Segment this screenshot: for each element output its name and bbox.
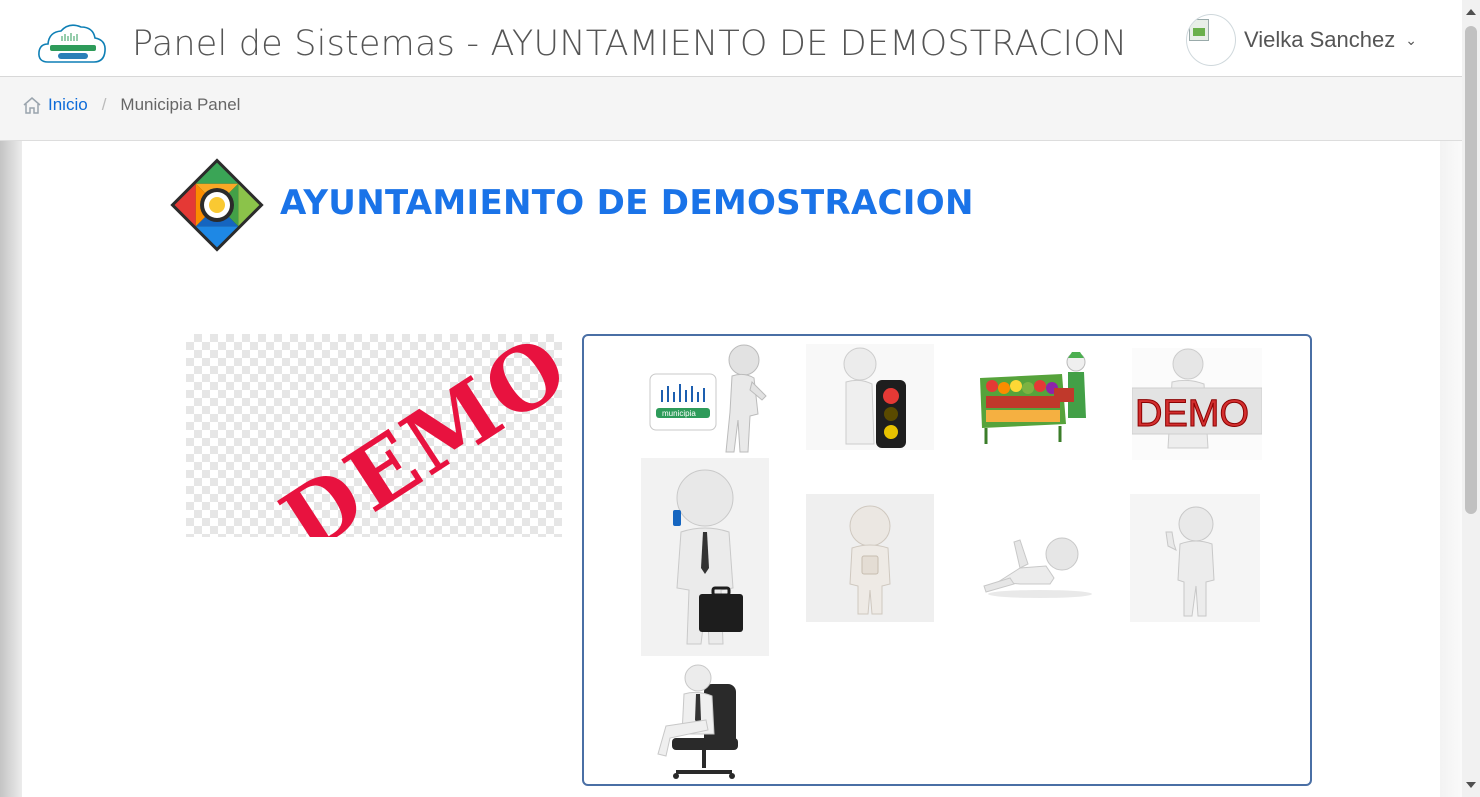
traffic-light-figure-icon — [806, 344, 934, 450]
content-left-shadow — [0, 141, 22, 797]
app-tile-relaxing[interactable] — [980, 522, 1098, 602]
app-tile-reading[interactable] — [806, 494, 934, 622]
chevron-down-icon[interactable]: ⌄ — [1405, 32, 1417, 49]
breadcrumb-bar: Inicio / Municipia Panel — [0, 77, 1462, 141]
relaxing-figure-icon — [983, 537, 1092, 598]
app-tile-thumbs-up[interactable] — [1130, 494, 1260, 622]
phone-briefcase-figure-icon — [641, 458, 769, 656]
scroll-up-arrow-icon[interactable] — [1466, 9, 1476, 15]
demo-banner: DEMO — [186, 334, 562, 537]
app-tile-municipia[interactable]: municipia — [648, 342, 768, 456]
home-icon[interactable] — [22, 95, 42, 115]
municipia-presenter-figure-icon: municipia — [649, 344, 767, 453]
broken-image-icon — [1189, 19, 1209, 41]
municipia-cloud-logo-icon[interactable] — [36, 18, 108, 72]
main-content: AYUNTAMIENTO DE DEMOSTRACION DEMO munici… — [22, 141, 1440, 797]
municipality-emblem-icon — [170, 158, 264, 252]
page-title: Panel de Sistemas - AYUNTAMIENTO DE DEMO… — [132, 24, 1128, 64]
office-chair-figure-icon — [657, 664, 738, 779]
user-name[interactable]: Vielka Sanchez — [1244, 27, 1395, 53]
thumbs-up-figure-icon — [1130, 494, 1260, 622]
scroll-down-arrow-icon[interactable] — [1466, 782, 1476, 788]
breadcrumb-current: Municipia Panel — [120, 95, 241, 114]
app-tile-market[interactable] — [976, 348, 1094, 448]
demo-stamp-text: DEMO — [264, 334, 562, 537]
app-tile-business[interactable] — [641, 458, 769, 656]
user-menu[interactable]: Vielka Sanchez ⌄ — [1186, 14, 1417, 66]
scrollbar-thumb[interactable] — [1465, 26, 1477, 514]
breadcrumb-separator: / — [101, 95, 107, 114]
reading-figure-icon — [806, 494, 934, 622]
app-tile-demo-sign[interactable]: DEMO — [1132, 348, 1262, 460]
demo-sign-label: DEMO — [1135, 393, 1249, 435]
market-stall-figure-icon — [980, 352, 1086, 444]
app-tile-office-chair[interactable] — [656, 664, 746, 782]
demo-sign-figure-icon: DEMO — [1132, 348, 1262, 460]
avatar[interactable] — [1186, 14, 1236, 66]
applications-panel: municipia DEMO — [582, 334, 1312, 786]
breadcrumb-home-link[interactable]: Inicio — [48, 95, 88, 115]
vertical-scrollbar[interactable] — [1462, 0, 1480, 797]
municipia-tile-label: municipia — [662, 409, 696, 418]
breadcrumb: Inicio / Municipia Panel — [22, 95, 240, 115]
organization-title: AYUNTAMIENTO DE DEMOSTRACION — [280, 183, 974, 223]
app-tile-traffic-light[interactable] — [806, 344, 934, 450]
content-right-shade — [1438, 141, 1462, 797]
top-navbar: Panel de Sistemas - AYUNTAMIENTO DE DEMO… — [0, 0, 1462, 77]
